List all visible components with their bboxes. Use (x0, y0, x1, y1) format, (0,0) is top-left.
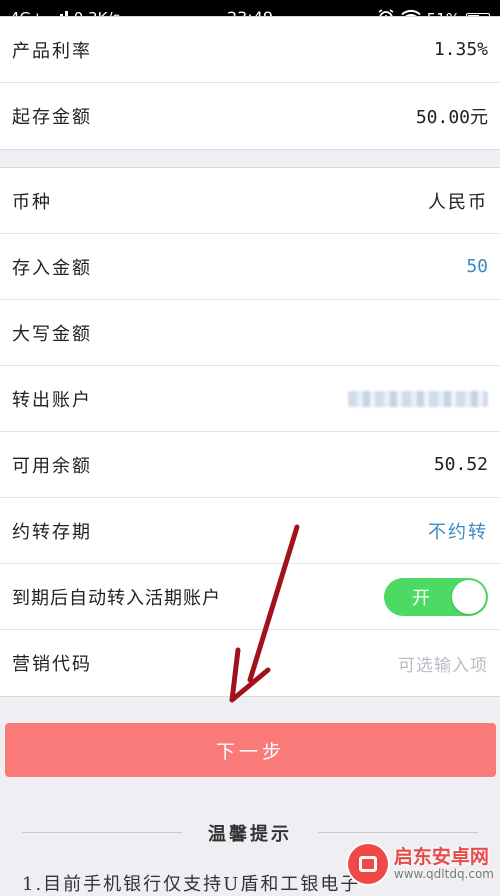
currency-value: 人民币 (428, 191, 488, 213)
next-button[interactable]: 下一步 (5, 723, 496, 777)
balance-row: 可用余额 50.52 (0, 432, 500, 498)
min-deposit-label: 起存金额 (12, 107, 92, 128)
renewal-term-row[interactable]: 约转存期 不约转 (0, 498, 500, 564)
min-deposit-row: 起存金额 50.00元 (0, 83, 500, 149)
renewal-term-value[interactable]: 不约转 (428, 518, 488, 544)
toggle-knob (452, 579, 486, 614)
marketing-code-label: 营销代码 (12, 654, 92, 675)
renewal-term-label: 约转存期 (12, 521, 92, 543)
rate-value: 1.35% (433, 39, 488, 60)
product-info-group: 产品利率 1.35% 起存金额 50.00元 (0, 16, 500, 150)
rate-row: 产品利率 1.35% (0, 17, 500, 83)
marketing-code-row[interactable]: 营销代码 可选输入项 (0, 630, 500, 696)
tips-title: 温馨提示 (208, 824, 292, 845)
toggle-on-label: 开 (412, 587, 430, 609)
deposit-form: 币种 人民币 存入金额 50 大写金额 转出账户 可用余额 50.52 约转存期… (0, 167, 500, 697)
balance-label: 可用余额 (12, 455, 92, 477)
watermark-url: www.qdltdq.com (393, 866, 494, 881)
currency-row[interactable]: 币种 人民币 (0, 168, 500, 234)
from-account-row[interactable]: 转出账户 (0, 366, 500, 432)
marketing-code-input[interactable]: 可选输入项 (398, 651, 488, 676)
tips-divider-right (318, 832, 478, 833)
from-account-label: 转出账户 (12, 389, 92, 411)
currency-label: 币种 (12, 191, 52, 213)
amount-in-words-row: 大写金额 (0, 300, 500, 366)
deposit-amount-row[interactable]: 存入金额 50 (0, 234, 500, 300)
watermark: 启东安卓网 www.qdltdq.com (347, 844, 494, 884)
amount-in-words-label: 大写金额 (12, 323, 92, 345)
deposit-amount-input[interactable]: 50 (466, 256, 488, 277)
deposit-amount-label: 存入金额 (12, 257, 92, 279)
watermark-logo-icon (347, 844, 388, 884)
min-deposit-value: 50.00元 (415, 107, 488, 128)
auto-transfer-toggle[interactable]: 开 (384, 577, 488, 616)
balance-value: 50.52 (433, 454, 488, 475)
rate-label: 产品利率 (12, 40, 92, 62)
auto-transfer-row: 到期后自动转入活期账户 开 (0, 564, 500, 630)
watermark-name: 启东安卓网 (393, 845, 489, 868)
auto-transfer-label: 到期后自动转入活期账户 (12, 587, 221, 609)
account-number-blurred[interactable] (348, 390, 488, 407)
tips-text: 1.目前手机银行仅支持U盾和工银电子 (22, 874, 361, 895)
